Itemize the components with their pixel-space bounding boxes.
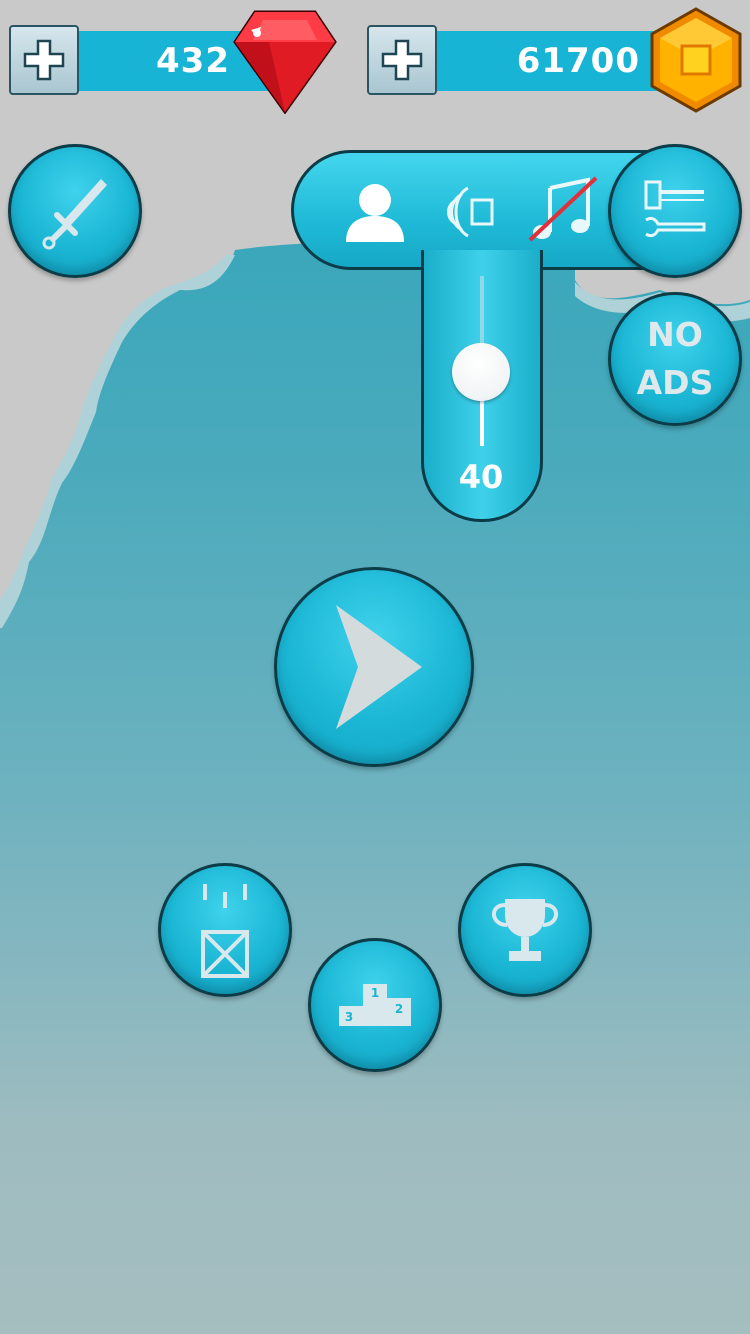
profile-button[interactable] xyxy=(340,180,410,244)
no-ads-line1: NO xyxy=(647,315,703,354)
person-icon xyxy=(346,184,404,242)
no-ads-label: NO ADS xyxy=(637,311,714,407)
podium-number-2: 2 xyxy=(395,1002,403,1016)
speaker-icon xyxy=(447,186,494,238)
sword-icon xyxy=(42,179,107,250)
weapons-button[interactable] xyxy=(8,144,142,278)
volume-slider-fill xyxy=(480,400,484,446)
hammer-wrench-icon xyxy=(644,180,706,238)
no-ads-button[interactable]: NO ADS xyxy=(608,292,742,426)
add-gems-button[interactable] xyxy=(9,25,79,95)
gems-count: 432 xyxy=(156,41,230,81)
coins-bar: 61700 xyxy=(436,31,666,91)
music-toggle[interactable] xyxy=(528,176,598,244)
podium-number-3: 3 xyxy=(345,1010,353,1024)
volume-value: 40 xyxy=(458,458,504,496)
podium-number-1: 1 xyxy=(371,986,379,1000)
coins-count: 61700 xyxy=(516,41,640,81)
play-icon xyxy=(336,605,422,729)
music-note-icon xyxy=(528,176,598,242)
trophy-icon xyxy=(492,899,558,961)
add-coins-button[interactable] xyxy=(367,25,437,95)
volume-slider-knob[interactable] xyxy=(452,343,510,401)
no-ads-line2: ADS xyxy=(636,363,714,402)
red-gem-icon xyxy=(233,10,337,114)
crate-button[interactable] xyxy=(158,863,292,997)
achievements-button[interactable] xyxy=(458,863,592,997)
gold-coin-icon xyxy=(650,7,742,113)
leaderboard-button[interactable]: 1 2 3 xyxy=(308,938,442,1072)
volume-slider-track xyxy=(480,276,484,346)
falling-crate-icon xyxy=(201,884,249,978)
plus-icon xyxy=(381,39,423,81)
plus-icon xyxy=(23,39,65,81)
play-button[interactable] xyxy=(274,567,474,767)
tools-button[interactable] xyxy=(608,144,742,278)
podium-icon: 1 2 3 xyxy=(339,984,411,1026)
sound-toggle[interactable] xyxy=(438,182,500,242)
